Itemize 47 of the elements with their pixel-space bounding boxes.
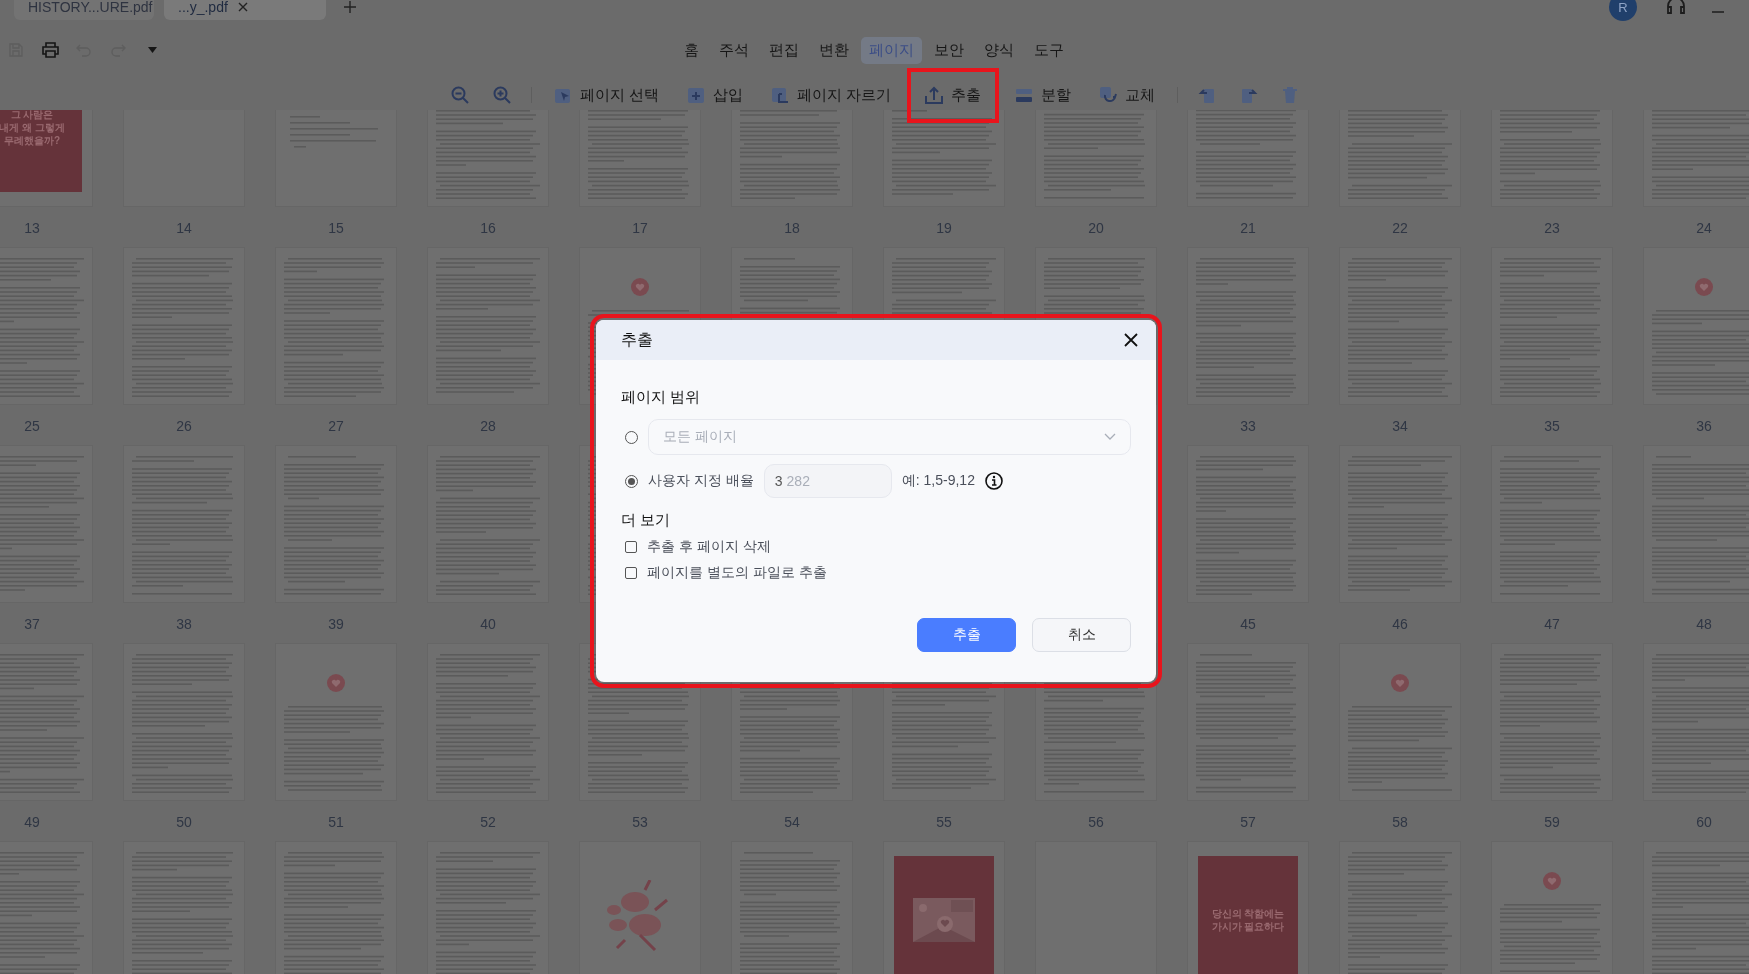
page-number: 49 bbox=[24, 814, 40, 830]
page-number: 25 bbox=[24, 418, 40, 434]
page-number: 24 bbox=[1696, 220, 1712, 236]
page-number: 17 bbox=[632, 220, 648, 236]
page-number: 27 bbox=[328, 418, 344, 434]
page-number: 46 bbox=[1392, 616, 1408, 632]
page-number: 60 bbox=[1696, 814, 1712, 830]
page-number: 23 bbox=[1544, 220, 1560, 236]
page-number: 36 bbox=[1696, 418, 1712, 434]
page-number: 15 bbox=[328, 220, 344, 236]
checkbox-label: 추출 후 페이지 삭제 bbox=[647, 538, 771, 556]
page-number: 47 bbox=[1544, 616, 1560, 632]
page-number: 39 bbox=[328, 616, 344, 632]
page-number: 21 bbox=[1240, 220, 1256, 236]
page-number: 20 bbox=[1088, 220, 1104, 236]
page-number: 50 bbox=[176, 814, 192, 830]
page-number: 34 bbox=[1392, 418, 1408, 434]
page-number: 28 bbox=[480, 418, 496, 434]
example-text: 예: 1,5-9,12 bbox=[901, 472, 975, 490]
page-number: 38 bbox=[176, 616, 192, 632]
page-number: 51 bbox=[328, 814, 344, 830]
page-number: 58 bbox=[1392, 814, 1408, 830]
page-number: 14 bbox=[176, 220, 192, 236]
page-number: 18 bbox=[784, 220, 800, 236]
section-heading: 페이지 범위 bbox=[621, 388, 702, 407]
section-heading: 더 보기 bbox=[621, 511, 672, 530]
page-number: 37 bbox=[24, 616, 40, 632]
page-number: 26 bbox=[176, 418, 192, 434]
page-number: 35 bbox=[1544, 418, 1560, 434]
page-number: 40 bbox=[480, 616, 496, 632]
page-number: 59 bbox=[1544, 814, 1560, 830]
checkbox-label: 페이지를 별도의 파일로 추출 bbox=[647, 564, 827, 582]
page-number: 56 bbox=[1088, 814, 1104, 830]
page-number: 54 bbox=[784, 814, 800, 830]
dialog-title: 추출 bbox=[621, 329, 653, 350]
page-number: 48 bbox=[1696, 616, 1712, 632]
page-number: 13 bbox=[24, 220, 40, 236]
option-label: 사용자 지정 배율 bbox=[648, 472, 754, 490]
page-number: 52 bbox=[480, 814, 496, 830]
page-number: 19 bbox=[936, 220, 952, 236]
page-number: 45 bbox=[1240, 616, 1256, 632]
page-number: 53 bbox=[632, 814, 648, 830]
page-number: 57 bbox=[1240, 814, 1256, 830]
page-number: 55 bbox=[936, 814, 952, 830]
page-number: 16 bbox=[480, 220, 496, 236]
page-number: 33 bbox=[1240, 418, 1256, 434]
page-number: 22 bbox=[1392, 220, 1408, 236]
